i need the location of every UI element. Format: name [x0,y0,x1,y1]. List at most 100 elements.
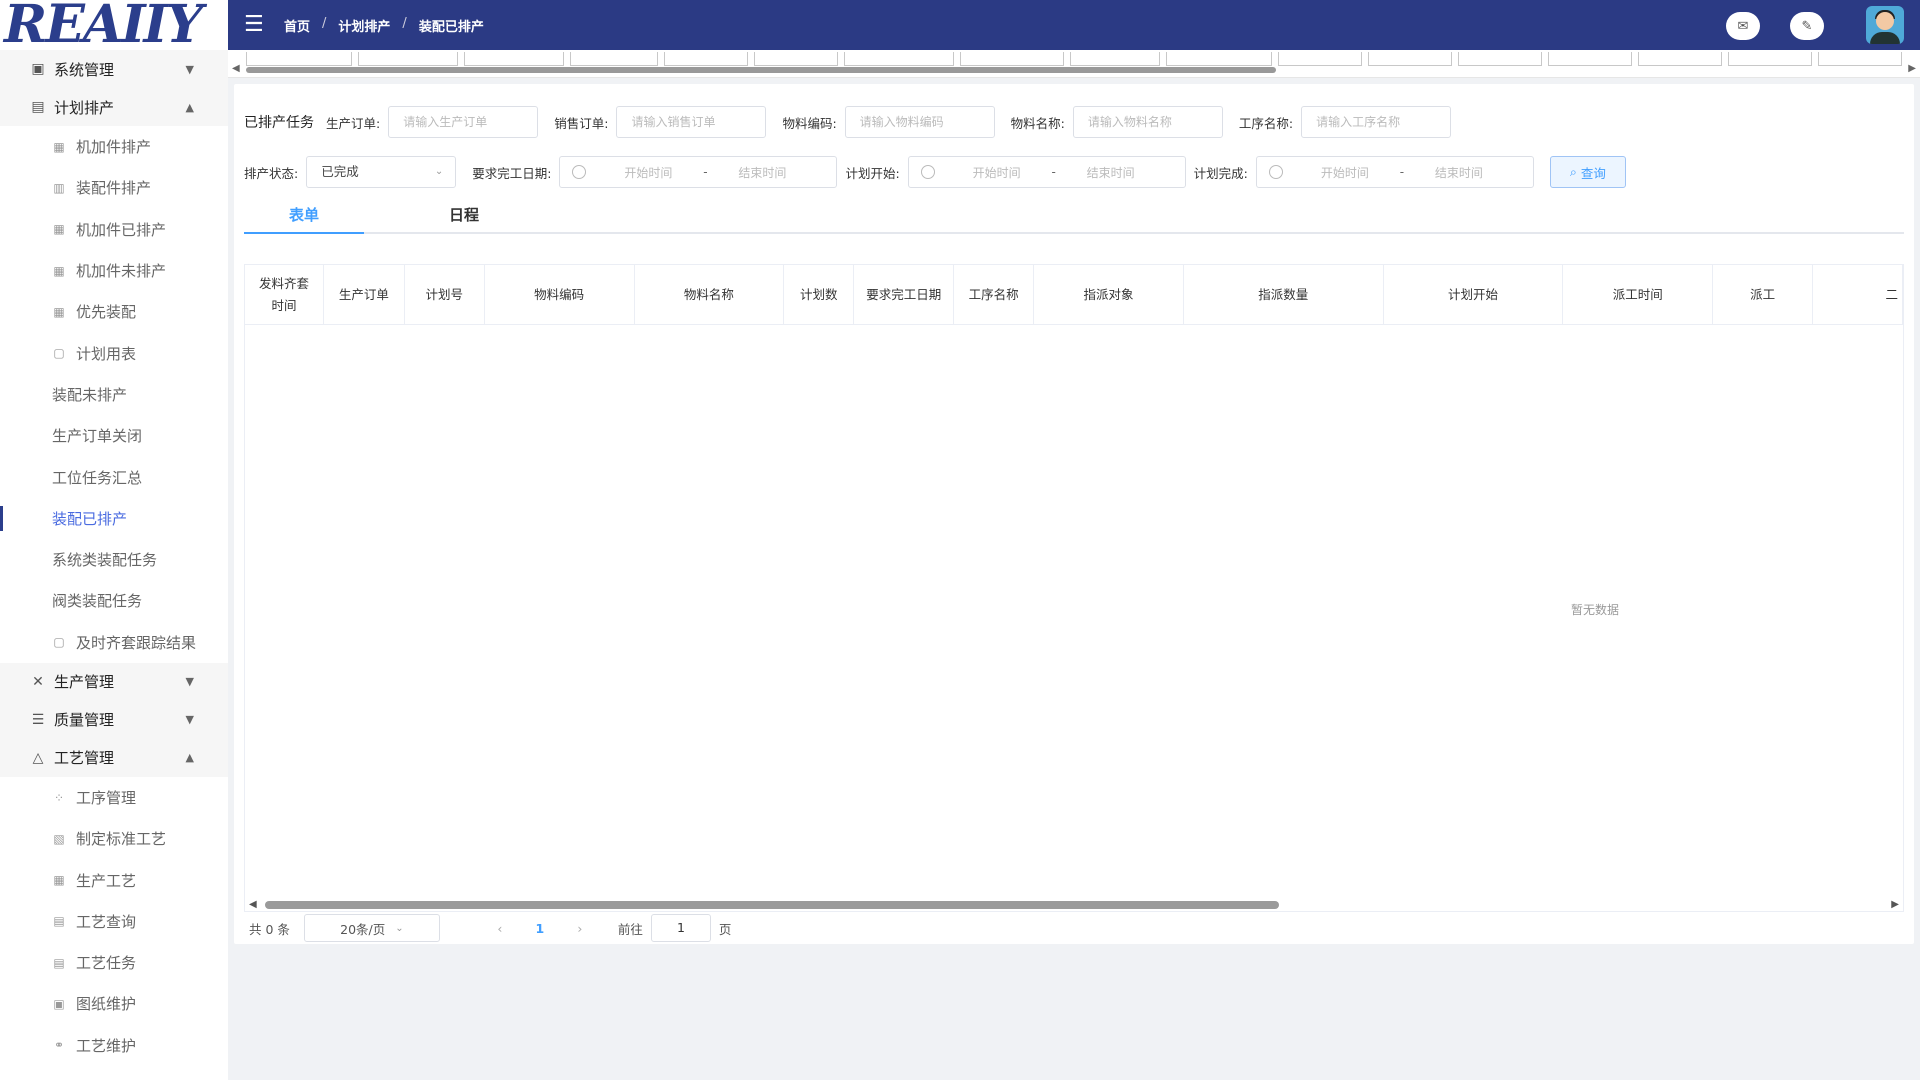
clock-icon [1268,165,1283,179]
tag-item[interactable] [246,52,352,66]
due-date-range[interactable]: 开始时间 - 结束时间 [559,156,838,188]
sidebar-item-kitting-tracking[interactable]: ▢ 及时齐套跟踪结果 [0,622,228,663]
sidebar-item-production-craft[interactable]: ▦ 生产工艺 [0,859,228,900]
col-header[interactable]: 计划数 [784,265,855,324]
sidebar-item-order-close[interactable]: 生产订单关闭 [0,415,228,456]
process-name-input[interactable]: 请输入工序名称 [1301,106,1452,138]
sidebar-item-label: 生产工艺 [76,871,137,890]
breadcrumb-current: 装配已排产 [418,19,484,35]
goto-page-input[interactable]: 1 [650,914,711,942]
tag-item[interactable] [358,52,458,66]
col-header[interactable]: 工序名称 [954,265,1035,324]
sales-order-input[interactable]: 请输入销售订单 [616,106,767,138]
tag-item[interactable] [754,52,838,66]
col-header[interactable]: 发料齐套 时间 [245,265,324,324]
hamburger-menu-icon[interactable]: ☰ [244,14,264,36]
tag-item[interactable] [1368,52,1452,66]
col-header[interactable]: 物料名称 [635,265,785,324]
col-header[interactable]: 要求完工日期 [854,265,955,324]
table-scrollbar-thumb[interactable] [265,901,1279,909]
col-header[interactable]: 生产订单 [324,265,405,324]
mail-icon: ✉ [1737,18,1749,34]
sidebar-item-label: 优先装配 [76,303,137,322]
tag-item[interactable] [844,52,954,66]
tag-item[interactable] [570,52,658,66]
breadcrumb-plan[interactable]: 计划排产 [338,16,390,35]
sidebar-item-drawing-maintenance[interactable]: ▣ 图纸维护 [0,983,228,1024]
range-separator: - [1399,165,1405,179]
monitor-icon: ▣ [53,996,65,1011]
page-size-select[interactable]: 20条/页 ⌄ [303,914,440,942]
tag-item[interactable] [1728,52,1812,66]
top-header: ☰ 首页 / 计划排产 / 装配已排产 ✉ ✎ [228,0,1920,50]
next-page-icon[interactable]: › [560,921,600,936]
tag-item[interactable] [1166,52,1272,66]
tags-scrollbar-thumb[interactable] [246,67,1276,73]
sidebar-item-assembly-scheduling[interactable]: ▥ 装配件排产 [0,167,228,208]
scroll-left-icon[interactable]: ◀ [232,63,240,74]
sidebar-item-valve-assembly-task[interactable]: 阀类装配任务 [0,580,228,621]
query-button[interactable]: ⌕ 查询 [1549,156,1626,188]
sidebar-item-craft-maintenance[interactable]: ⚭ 工艺维护 [0,1025,228,1066]
sidebar-item-craft-query[interactable]: ▤ 工艺查询 [0,901,228,942]
material-code-input[interactable]: 请输入物料编码 [844,106,995,138]
sidebar-item-machining-scheduling[interactable]: ▦ 机加件排产 [0,126,228,167]
tag-item[interactable] [960,52,1064,66]
tag-item[interactable] [1278,52,1362,66]
scroll-right-icon[interactable]: ▶ [1908,63,1916,74]
col-header[interactable]: 计划开始 [1384,265,1564,324]
menu-group-production[interactable]: ✕ 生产管理 ▼ [0,662,228,701]
menu-group-plan[interactable]: ▤ 计划排产 ▲ [0,88,228,126]
prod-order-input[interactable]: 请输入生产订单 [388,106,539,138]
menu-group-quality[interactable]: ☰ 质量管理 ▼ [0,700,228,739]
scroll-right-icon[interactable]: ▶ [1891,899,1899,910]
data-table: 发料齐套 时间 生产订单 计划号 物料编码 物料名称 计划数 要求完工日期 工序… [244,264,1904,912]
prev-page-icon[interactable]: ‹ [480,921,520,936]
breadcrumb-home[interactable]: 首页 [284,16,310,35]
edit-button[interactable]: ✎ [1790,12,1824,40]
sidebar-item-machining-scheduled[interactable]: ▦ 机加件已排产 [0,209,228,250]
sidebar-item-process-management[interactable]: ⁘ 工序管理 [0,777,228,818]
sidebar-item-label: 机加件未排产 [76,262,167,281]
col-header[interactable]: 指派数量 [1184,265,1384,324]
col-header[interactable]: 派工时间 [1563,265,1714,324]
tag-item[interactable] [1818,52,1902,66]
sidebar-item-assembly-unscheduled[interactable]: 装配未排产 [0,374,228,415]
tab-schedule[interactable]: 日程 [404,204,524,234]
tag-item[interactable] [464,52,564,66]
current-page[interactable]: 1 [520,921,560,936]
sidebar-item-label: 工序管理 [76,789,137,807]
avatar[interactable] [1866,6,1904,44]
material-name-input[interactable]: 请输入物料名称 [1072,106,1223,138]
sidebar-item-label: 生产订单关闭 [52,427,143,446]
tag-item[interactable] [664,52,748,66]
col-header[interactable]: 计划号 [405,265,485,324]
tag-item[interactable] [1638,52,1722,66]
tag-item[interactable] [1458,52,1542,66]
col-header[interactable]: 物料编码 [485,265,635,324]
sidebar-item-standard-craft[interactable]: ▧ 制定标准工艺 [0,818,228,859]
sidebar-item-plan-table[interactable]: ▢ 计划用表 [0,332,228,373]
tag-item[interactable] [1070,52,1160,66]
sidebar-item-craft-task[interactable]: ▤ 工艺任务 [0,942,228,983]
tab-form[interactable]: 表单 [244,204,364,234]
sheet-icon: ▦ [53,304,65,319]
empty-state-text: 暂无数据 [1571,603,1620,617]
sidebar-item-machining-unscheduled[interactable]: ▦ 机加件未排产 [0,250,228,291]
col-header[interactable]: 指派对象 [1034,265,1184,324]
menu-group-craft[interactable]: △ 工艺管理 ▲ [0,738,228,777]
scroll-left-icon[interactable]: ◀ [249,899,257,910]
mail-button[interactable]: ✉ [1726,12,1760,40]
tag-item[interactable] [1548,52,1632,66]
sidebar-item-system-assembly-task[interactable]: 系统类装配任务 [0,539,228,580]
sidebar-item-station-summary[interactable]: 工位任务汇总 [0,456,228,497]
plan-finish-range[interactable]: 开始时间 - 结束时间 [1255,156,1534,188]
sidebar-item-assembly-scheduled[interactable]: 装配已排产 [0,498,228,539]
status-select[interactable]: 已完成 ⌄ [306,156,457,188]
col-header[interactable]: 二 [1813,265,1903,324]
sidebar-item-priority-assembly[interactable]: ▦ 优先装配 [0,291,228,332]
chevron-down-icon: ▼ [185,62,194,76]
plan-start-range[interactable]: 开始时间 - 结束时间 [907,156,1186,188]
menu-group-system[interactable]: ▣ 系统管理 ▼ [0,50,228,88]
col-header[interactable]: 派工 [1713,265,1814,324]
